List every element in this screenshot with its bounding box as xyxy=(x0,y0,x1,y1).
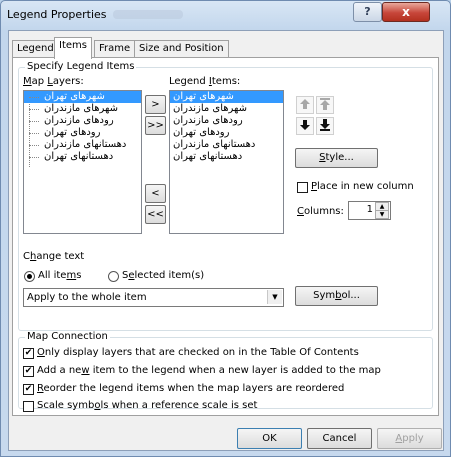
move-up-button[interactable] xyxy=(296,96,314,114)
apply-scope-dropdown[interactable]: Apply to the whole item ▼ xyxy=(23,288,284,307)
columns-value: 1 xyxy=(366,204,373,215)
arrow-bottom-icon xyxy=(320,119,330,131)
chevron-down-icon[interactable]: ▼ xyxy=(267,290,282,304)
columns-label: Columns: xyxy=(297,206,344,217)
legend-items-label: Legend Items: xyxy=(169,76,241,87)
all-items-radio[interactable] xyxy=(24,271,35,282)
legend-item[interactable]: دهستانهای مازندران xyxy=(170,139,283,151)
remove-all-button[interactable]: << xyxy=(145,205,166,224)
map-layer-item[interactable]: دهستانهای مازندران xyxy=(24,139,141,151)
legend-item[interactable]: شهرهای مازندران xyxy=(170,103,283,115)
columns-spinner[interactable]: 1 ▲ ▼ xyxy=(348,201,391,220)
scale-symbols-checkbox[interactable] xyxy=(23,401,34,412)
ok-button[interactable]: OK xyxy=(237,428,302,449)
map-layer-item[interactable]: رودهای مازندران xyxy=(24,115,141,127)
symbol-button[interactable]: Symbol... xyxy=(295,286,378,306)
legend-properties-window: Legend Properties ? x Legend Items Frame… xyxy=(0,0,451,457)
map-layers-label: Map Layers: xyxy=(23,76,84,87)
move-to-bottom-button[interactable] xyxy=(316,117,334,135)
change-text-label: Change text xyxy=(23,251,85,262)
reorder-items-checkbox[interactable]: ✔ xyxy=(23,384,34,395)
map-layer-item[interactable]: رودهای تهران xyxy=(24,127,141,139)
add-item-button[interactable]: > xyxy=(145,95,166,114)
legend-item[interactable]: رودهای مازندران xyxy=(170,115,283,127)
legend-item[interactable]: رودهای تهران xyxy=(170,127,283,139)
specify-legend-items-group: Specify Legend Items Map Layers: شهرهای … xyxy=(18,61,433,331)
title-bar[interactable]: Legend Properties ? x xyxy=(1,1,450,29)
specify-legend-items-label: Specify Legend Items xyxy=(25,61,137,72)
map-layers-list[interactable]: شهرهای تهران شهرهای مازندران رودهای مازن… xyxy=(23,90,142,234)
close-button[interactable]: x xyxy=(382,2,430,22)
tab-legend[interactable]: Legend xyxy=(12,40,59,58)
only-display-checked-label: Only display layers that are checked on … xyxy=(37,347,359,358)
selected-items-radio[interactable] xyxy=(108,271,119,282)
title-bar-blur xyxy=(113,10,183,19)
map-connection-group: Map Connection ✔ Only display layers tha… xyxy=(18,331,433,412)
place-new-column-checkbox[interactable] xyxy=(297,182,308,193)
style-button[interactable]: Style... xyxy=(295,148,378,168)
dialog-body: Legend Items Frame Size and Position Spe… xyxy=(8,30,444,451)
map-layer-item[interactable]: شهرهای تهران xyxy=(24,91,141,103)
tab-frame[interactable]: Frame xyxy=(94,40,136,58)
map-connection-label: Map Connection xyxy=(25,331,110,342)
reorder-items-label: Reorder the legend items when the map la… xyxy=(37,383,345,394)
tab-size-and-position[interactable]: Size and Position xyxy=(134,40,229,58)
arrow-up-icon xyxy=(300,99,310,109)
window-title: Legend Properties xyxy=(7,8,107,21)
remove-item-button[interactable]: < xyxy=(145,184,166,203)
selected-items-label: Selected item(s) xyxy=(122,270,205,281)
arrow-down-icon xyxy=(300,120,310,130)
spin-down-icon[interactable]: ▼ xyxy=(375,210,389,219)
only-display-checked-checkbox[interactable]: ✔ xyxy=(23,348,34,359)
add-new-item-label: Add a new item to the legend when a new … xyxy=(37,365,381,376)
add-new-item-checkbox[interactable]: ✔ xyxy=(23,366,34,377)
items-tab-panel: Specify Legend Items Map Layers: شهرهای … xyxy=(12,57,439,416)
place-new-column-label: Place in new column xyxy=(311,181,414,192)
apply-scope-value: Apply to the whole item xyxy=(27,292,147,303)
arrow-top-icon xyxy=(320,98,330,110)
help-button[interactable]: ? xyxy=(353,2,382,22)
cancel-button[interactable]: Cancel xyxy=(307,428,372,449)
move-to-top-button[interactable] xyxy=(316,96,334,114)
add-all-button[interactable]: >> xyxy=(145,116,166,135)
all-items-label: All items xyxy=(38,270,82,281)
map-layer-item[interactable]: شهرهای مازندران xyxy=(24,103,141,115)
legend-items-list[interactable]: شهرهای تهران شهرهای مازندران رودهای مازن… xyxy=(169,90,284,234)
scale-symbols-label: Scale symbols when a reference scale is … xyxy=(37,400,258,411)
tab-items[interactable]: Items xyxy=(54,37,92,59)
map-layer-item[interactable]: دهستانهای تهران xyxy=(24,151,141,163)
legend-item[interactable]: شهرهای تهران xyxy=(170,91,283,103)
apply-button[interactable]: Apply xyxy=(377,428,442,449)
move-down-button[interactable] xyxy=(296,117,314,135)
legend-item[interactable]: دهستانهای تهران xyxy=(170,151,283,163)
